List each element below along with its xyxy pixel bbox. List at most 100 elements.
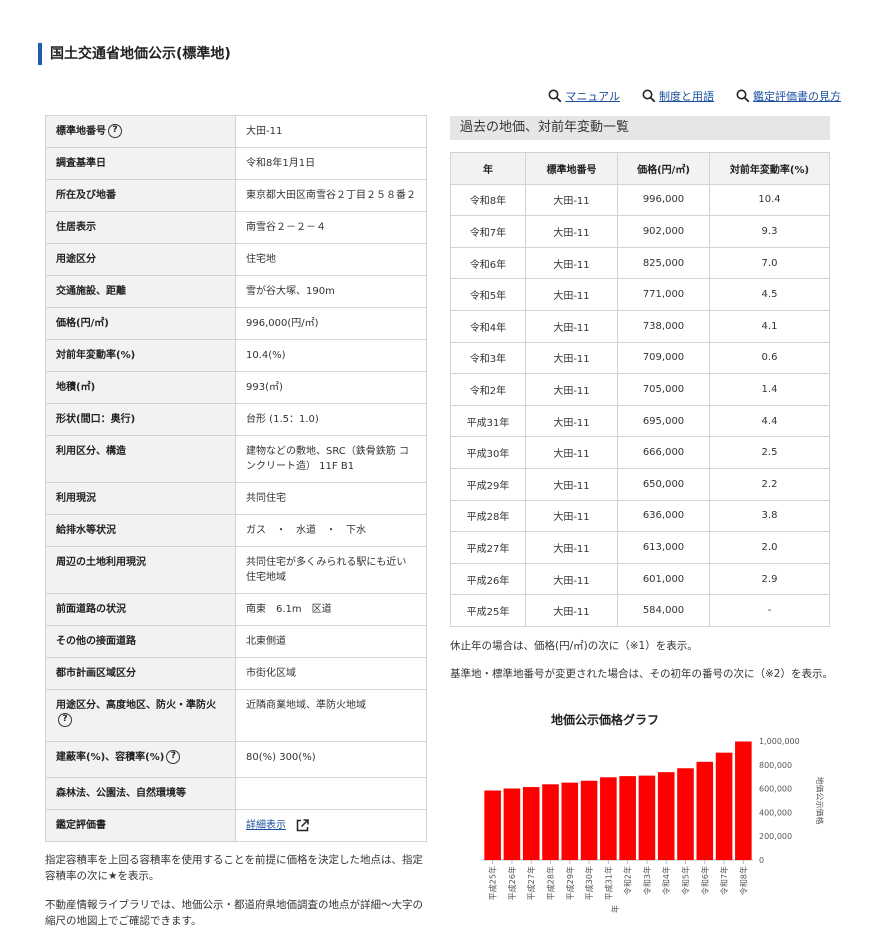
detail-row: 給排水等状況 ガス ・ 水道 ・ 下水 [45, 514, 427, 547]
detail-key: 鑑定評価書 [45, 809, 236, 842]
search-icon [548, 89, 562, 103]
detail-value-text: 大田-11 [246, 126, 283, 137]
search-icon [736, 89, 750, 103]
chart-bar [677, 768, 694, 860]
detail-value: 令和8年1月1日 [235, 147, 427, 180]
detail-value-text: 建物などの敷地、SRC（鉄骨鉄筋 コンクリート造） 11F B1 [246, 446, 409, 472]
x-tick-label: 平成29年 [565, 866, 575, 900]
detail-value: ガス ・ 水道 ・ 下水 [235, 514, 427, 547]
x-tick-label: 令和5年 [681, 866, 691, 895]
detail-key: 用途区分 [45, 243, 236, 276]
chart-bar [638, 775, 656, 860]
help-icon[interactable]: ? [108, 124, 122, 138]
chart-bar [580, 780, 598, 860]
detail-table: 標準地番号? 大田-11 調査基準日 令和8年1月1日所在及び地番 東京都大田区南雪谷２… [45, 115, 427, 842]
detail-value: 東京都大田区南雪谷２丁目２５８番２ [235, 179, 427, 212]
help-icon[interactable]: ? [58, 713, 72, 727]
detail-key-label: 周辺の土地利用現況 [56, 557, 146, 568]
detail-key-label: 用途区分、高度地区、防火・準防火 [56, 700, 216, 711]
chart-bar [542, 784, 559, 860]
detail-key: 都市計画区域区分 [45, 657, 236, 690]
history-year: 平成28年 [450, 499, 526, 533]
detail-row: 対前年変動率(%) 10.4(%) [45, 339, 427, 372]
help-links: マニュアル 制度と用語 鑑定評価書の見方 [548, 88, 841, 104]
history-number: 大田-11 [525, 373, 618, 406]
detail-row: 用途区分 住宅地 [45, 243, 427, 276]
detail-key: 利用現況 [45, 482, 236, 515]
note-real-estate-library: 不動産情報ライブラリでは、地価公示・都道府県地価調査の地点が詳細〜大字の縮尺の地… [45, 899, 423, 927]
detail-row: 鑑定評価書 詳細表示 [45, 809, 427, 842]
detail-row: 標準地番号? 大田-11 [45, 115, 427, 148]
history-number: 大田-11 [525, 436, 618, 469]
history-change: - [709, 594, 830, 627]
detail-value: 共同住宅が多くみられる駅にも近い住宅地域 [235, 546, 427, 594]
appraisal-guide-link[interactable]: 鑑定評価書の見方 [736, 88, 841, 104]
detail-key: 形状(間口：奥行) [45, 403, 236, 436]
history-change: 4.5 [709, 278, 830, 311]
detail-value-text: 市街化区域 [246, 668, 296, 679]
detail-key: 前面道路の状況 [45, 593, 236, 626]
chart-bar [484, 790, 501, 860]
detail-key-label: 住居表示 [56, 222, 96, 233]
detail-key-label: 所在及び地番 [56, 190, 116, 201]
history-price: 584,000 [617, 594, 710, 627]
history-change: 1.4 [709, 373, 830, 406]
history-change: 2.9 [709, 562, 830, 596]
history-number: 大田-11 [525, 341, 618, 375]
history-table: 年 標準地番号 価格(円/㎡) 対前年変動率(%) 令和8年 大田-11 996,0… [450, 152, 830, 627]
history-year: 平成27年 [450, 531, 526, 564]
history-number: 大田-11 [525, 531, 618, 564]
detail-key-label: 建蔽率(%)、容積率(%) [56, 752, 165, 763]
search-icon [642, 89, 656, 103]
detail-key: 対前年変動率(%) [45, 339, 236, 372]
history-change: 10.4 [709, 183, 830, 217]
terms-link[interactable]: 制度と用語 [642, 88, 714, 104]
detail-key: 標準地番号? [45, 115, 236, 148]
detail-value-text: 東京都大田区南雪谷２丁目２５８番２ [246, 190, 416, 201]
manual-link[interactable]: マニュアル [548, 88, 620, 104]
x-tick-label: 令和7年 [719, 866, 729, 895]
note-number-change: 基準地・標準地番号が変更された場合は、その初年の番号の次に（※2）を表示。 [450, 668, 833, 680]
detail-key-label: 対前年変動率(%) [56, 350, 136, 361]
history-year: 令和6年 [450, 246, 526, 280]
detail-row: 前面道路の状況 南東 6.1m 区道 [45, 593, 427, 626]
external-link-icon[interactable] [296, 818, 309, 832]
detail-value-text: 台形 (1.5：1.0) [246, 414, 319, 425]
detail-key-label: 調査基準日 [56, 158, 106, 169]
history-year: 令和3年 [450, 341, 526, 375]
appraisal-detail-link[interactable]: 詳細表示 [246, 820, 286, 831]
detail-value-text: 996,000(円/㎡) [246, 318, 319, 329]
history-price: 601,000 [617, 562, 710, 596]
detail-row: 住居表示 南雪谷２－２－４ [45, 211, 427, 244]
table-row: 令和7年 大田-11 902,000 9.3 [450, 215, 830, 248]
detail-value-text: 住宅地 [246, 254, 276, 265]
history-price: 636,000 [617, 499, 710, 533]
chart-bar [657, 772, 675, 860]
history-price: 709,000 [617, 341, 710, 375]
detail-key-label: 鑑定評価書 [56, 820, 106, 831]
detail-key-label: 交通施設、距離 [56, 286, 126, 297]
history-header-price: 価格(円/㎡) [617, 152, 710, 185]
x-tick-label: 令和8年 [738, 866, 748, 895]
x-tick-label: 令和3年 [642, 866, 652, 895]
detail-value-text: 10.4(%) [246, 350, 286, 361]
manual-link-label: マニュアル [565, 90, 620, 103]
detail-value: 996,000(円/㎡) [235, 307, 427, 340]
history-year: 平成29年 [450, 467, 526, 501]
table-row: 平成27年 大田-11 613,000 2.0 [450, 531, 830, 564]
history-change: 0.6 [709, 341, 830, 375]
history-number: 大田-11 [525, 594, 618, 627]
history-price: 705,000 [617, 373, 710, 406]
history-change: 9.3 [709, 215, 830, 248]
history-number: 大田-11 [525, 404, 618, 438]
detail-row: 都市計画区域区分 市街化区域 [45, 657, 427, 690]
x-tick-label: 平成27年 [526, 866, 536, 900]
history-number: 大田-11 [525, 215, 618, 248]
history-year: 令和5年 [450, 278, 526, 311]
help-icon[interactable]: ? [166, 750, 181, 764]
x-tick-label: 平成28年 [546, 866, 556, 900]
detail-key-label: 用途区分 [56, 254, 96, 265]
table-row: 令和4年 大田-11 738,000 4.1 [450, 309, 830, 343]
history-header-year: 年 [450, 152, 526, 185]
detail-row: 利用現況 共同住宅 [45, 482, 427, 515]
